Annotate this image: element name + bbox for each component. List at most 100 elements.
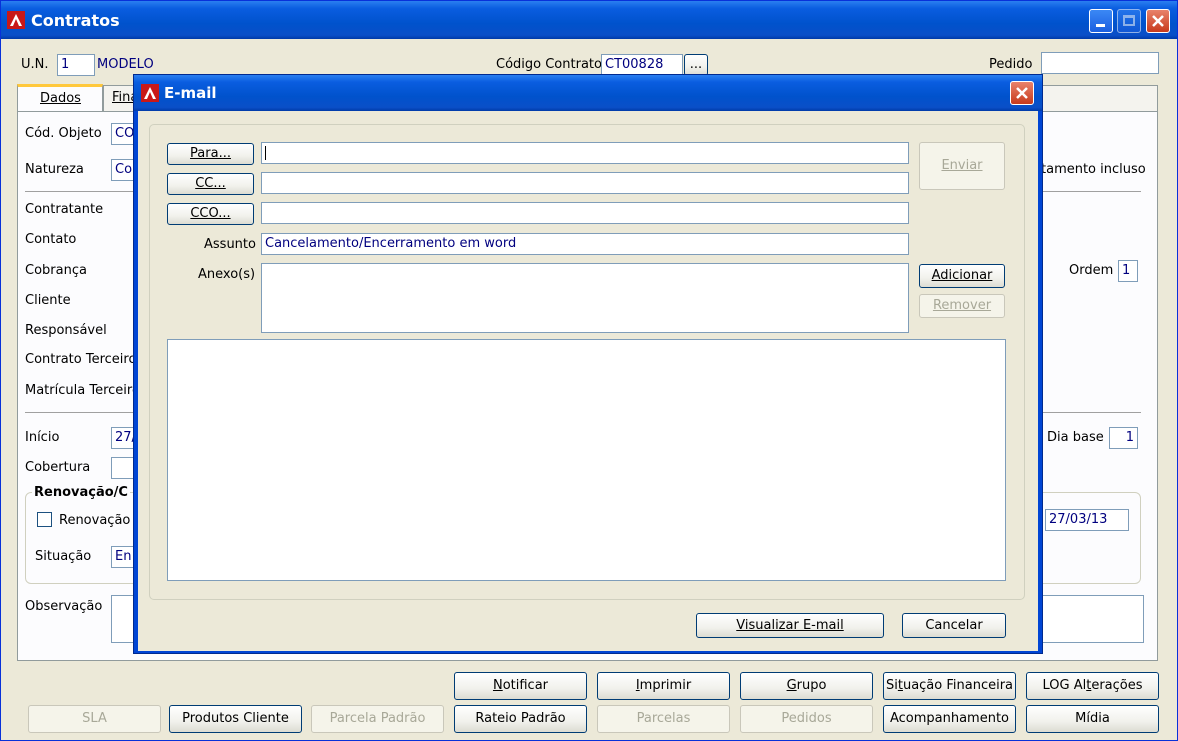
email-dialog-body: Para... CC... CCO... Assunto Cancelament… [138, 111, 1038, 651]
observacao-label: Observação [25, 599, 103, 614]
remover-button[interactable]: Remover [919, 294, 1005, 318]
orcamento-incluso-label: tamento incluso [1041, 162, 1146, 177]
dia-base-label: Dia base [1047, 430, 1104, 445]
email-close-button[interactable] [1010, 81, 1034, 105]
separator [25, 412, 141, 413]
observacao-textarea-right[interactable] [1041, 595, 1144, 643]
codigo-contrato-label: Código Contrato [496, 57, 602, 72]
cco-input[interactable] [261, 202, 909, 224]
email-dialog-title: E-mail [164, 84, 217, 102]
notificar-button[interactable]: Notificar [454, 672, 587, 700]
remover-button-label: Remover [932, 298, 992, 313]
separator [1041, 412, 1141, 413]
para-input[interactable] [261, 142, 909, 164]
cobertura-label: Cobertura [25, 460, 91, 475]
adicionar-button-label: Adicionar [931, 268, 993, 283]
close-icon [1016, 87, 1028, 99]
cco-button-label: CCO... [190, 206, 231, 221]
ordem-label: Ordem [1069, 263, 1114, 278]
para-button[interactable]: Para... [167, 143, 254, 165]
notificar-mnemonic: N [492, 678, 503, 693]
close-icon [1152, 15, 1164, 27]
grupo-label: rupo [796, 678, 827, 693]
contratante-label: Contratante [25, 202, 104, 217]
parcela-padrao-button[interactable]: Parcela Padrão [311, 705, 444, 733]
main-titlebar[interactable]: Contratos [1, 1, 1177, 39]
cliente-label: Cliente [25, 293, 71, 308]
cancelar-button[interactable]: Cancelar [902, 613, 1006, 638]
ordem-input[interactable]: 1 [1118, 260, 1138, 282]
sla-button[interactable]: SLA [28, 705, 161, 733]
assunto-label: Assunto [204, 237, 256, 252]
visualizar-email-button[interactable]: Visualizar E-mail [696, 613, 884, 638]
situacao-financeira-button[interactable]: Situação Financeira [883, 672, 1016, 700]
renovacao-date-input[interactable]: 27/03/13 [1045, 509, 1129, 531]
cco-button[interactable]: CCO... [167, 203, 254, 225]
app-icon [7, 11, 25, 29]
app-icon [141, 84, 159, 102]
imprimir-button[interactable]: Imprimir [597, 672, 730, 700]
cobranca-label: Cobrança [25, 263, 87, 278]
un-name: MODELO [97, 57, 154, 72]
maximize-icon [1123, 15, 1135, 26]
contrato-terceiro-label: Contrato Terceiro [25, 352, 135, 367]
natureza-label: Natureza [25, 162, 84, 177]
parcelas-button[interactable]: Parcelas [597, 705, 730, 733]
enviar-button[interactable]: Enviar [919, 142, 1005, 190]
pedidos-button[interactable]: Pedidos [740, 705, 873, 733]
log-alteracoes-prefix: LOG Al [1042, 678, 1087, 693]
close-button[interactable] [1146, 9, 1170, 33]
minimize-icon [1096, 24, 1105, 27]
renovacao-checkbox-label: Renovação [59, 513, 131, 528]
window-title: Contratos [31, 11, 120, 30]
renovacao-group-label: Renovação/C [32, 485, 130, 500]
separator [1041, 191, 1141, 192]
situacao-financeira-label: uação Financeira [902, 678, 1014, 693]
produtos-cliente-button[interactable]: Produtos Cliente [169, 705, 302, 733]
log-alteracoes-button[interactable]: LOG Alterações [1026, 672, 1159, 700]
codigo-browse-button[interactable]: ... [684, 54, 708, 76]
dia-base-input[interactable]: 1 [1109, 427, 1138, 449]
contato-label: Contato [25, 232, 77, 247]
enviar-button-label: Enviar [941, 158, 983, 173]
matricula-terceiro-label: Matrícula Terceiro [25, 383, 135, 398]
anexos-list[interactable] [261, 263, 909, 333]
adicionar-button[interactable]: Adicionar [919, 264, 1005, 288]
tab-dados-label: Dados [40, 91, 81, 106]
grupo-mnemonic: G [786, 678, 797, 693]
rateio-padrao-button[interactable]: Rateio Padrão [454, 705, 587, 733]
cancelar-label: Cancelar [925, 618, 983, 633]
responsavel-label: Responsável [25, 323, 107, 338]
pedido-input[interactable] [1041, 52, 1159, 74]
para-button-label: Para... [190, 146, 231, 161]
text-caret [265, 146, 266, 160]
acompanhamento-button[interactable]: Acompanhamento [883, 705, 1016, 733]
cc-button-label: CC... [195, 176, 226, 191]
un-label: U.N. [21, 57, 49, 72]
email-titlebar[interactable]: E-mail [134, 75, 1042, 111]
codigo-contrato-input[interactable]: CT00828 [601, 54, 683, 76]
cc-input[interactable] [261, 172, 909, 194]
tab-dados[interactable]: Dados [17, 84, 103, 112]
visualizar-email-label: Visualizar E-mail [736, 618, 844, 633]
email-body-editor[interactable] [167, 339, 1006, 581]
imprimir-label: mprimir [639, 678, 692, 693]
situacao-financeira-prefix: Si [885, 678, 898, 693]
log-alteracoes-label: erações [1091, 678, 1143, 693]
grupo-button[interactable]: Grupo [740, 672, 873, 700]
anexos-label: Anexo(s) [198, 267, 256, 282]
notificar-label: otificar [502, 678, 549, 693]
inicio-label: Início [25, 430, 60, 445]
separator [25, 191, 141, 192]
cc-button[interactable]: CC... [167, 173, 254, 195]
email-dialog: E-mail Para... CC... CCO... Assunto Canc… [133, 74, 1043, 654]
un-input[interactable]: 1 [57, 54, 95, 76]
assunto-input[interactable]: Cancelamento/Encerramento em word [261, 233, 909, 255]
midia-button[interactable]: Mídia [1026, 705, 1159, 733]
pedido-label: Pedido [989, 57, 1033, 72]
minimize-button[interactable] [1089, 9, 1113, 33]
maximize-button[interactable] [1117, 9, 1141, 33]
situacao-label: Situação [35, 549, 92, 564]
renovacao-checkbox[interactable] [37, 512, 52, 527]
cod-objeto-label: Cód. Objeto [25, 126, 102, 141]
